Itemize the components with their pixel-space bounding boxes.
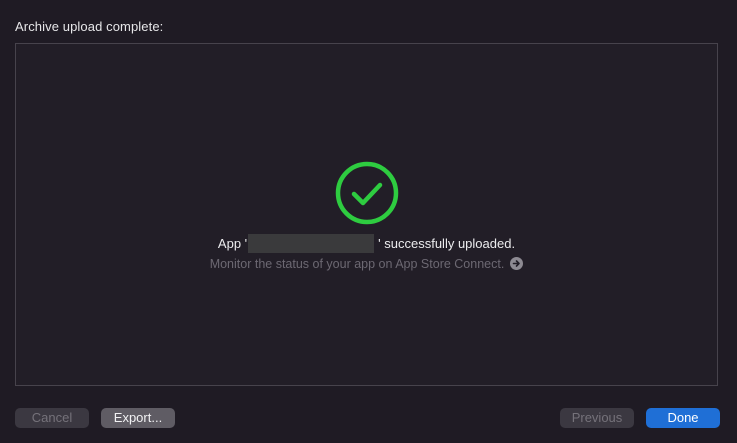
dialog-heading: Archive upload complete: [15, 19, 164, 34]
monitor-status-link[interactable]: Monitor the status of your app on App St… [16, 257, 717, 271]
archive-upload-dialog: Archive upload complete: App ' ' successf… [0, 0, 737, 443]
cancel-button[interactable]: Cancel [15, 408, 89, 428]
previous-button[interactable]: Previous [560, 408, 634, 428]
upload-success-message: App ' ' successfully uploaded. [16, 234, 717, 253]
redacted-app-name [248, 234, 375, 253]
message-prefix: App ' [217, 236, 248, 251]
message-suffix: ' successfully uploaded. [378, 236, 516, 251]
upload-status-panel: App ' ' successfully uploaded. Monitor th… [15, 43, 718, 386]
checkmark-circle-icon [335, 161, 399, 225]
monitor-status-text[interactable]: Monitor the status of your app on App St… [210, 257, 505, 271]
done-button[interactable]: Done [646, 408, 720, 428]
status-area: App ' ' successfully uploaded. Monitor th… [16, 44, 717, 385]
export-button[interactable]: Export... [101, 408, 175, 428]
arrow-right-circle-icon[interactable] [510, 257, 524, 270]
